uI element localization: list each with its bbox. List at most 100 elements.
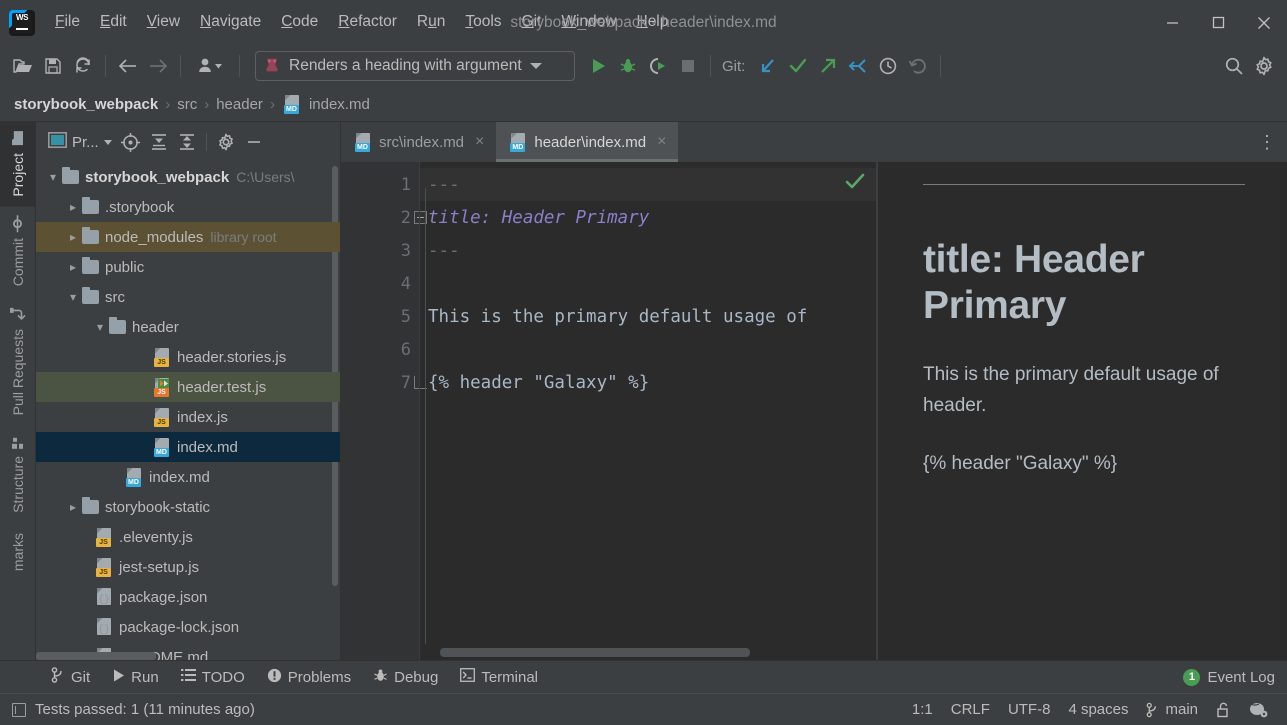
stop-icon[interactable] [673,51,703,81]
menu-tools[interactable]: Tools [455,10,511,35]
tree-row-header-index-md[interactable]: MD index.md [36,432,340,462]
ide-window-icon[interactable] [12,702,26,717]
menu-file[interactable]: File [45,10,90,35]
collapse-all-icon[interactable] [174,129,200,155]
editor-tab-header-index-md[interactable]: MD header\index.md × [496,122,679,162]
chevron-down-icon[interactable]: ▾ [64,290,82,304]
chevron-right-icon[interactable]: ▸ [64,260,82,274]
open-project-icon[interactable] [8,51,38,81]
expand-all-icon[interactable] [146,129,172,155]
menu-code[interactable]: Code [271,10,328,35]
unlocked-icon[interactable] [1207,699,1240,721]
bottom-tab-debug[interactable]: Debug [362,664,449,691]
panel-settings-gear-icon[interactable] [213,129,239,155]
bottom-tab-problems[interactable]: Problems [256,664,362,691]
chevron-right-icon[interactable]: ▸ [64,500,82,514]
tree-row-index-js[interactable]: JS index.js [36,402,340,432]
sidebar-item-pull-requests[interactable]: Pull Requests [0,296,36,425]
tree-row-header-test-js[interactable]: JS header.test.js [36,372,340,402]
tree-row-header-stories-js[interactable]: JS header.stories.js [36,342,340,372]
breadcrumb-item-src[interactable]: src [177,96,197,113]
tree-row-jest-setup-js[interactable]: JS jest-setup.js [36,552,340,582]
menu-view[interactable]: View [137,10,190,35]
tree-horizontal-scrollbar[interactable] [36,652,156,660]
menu-help[interactable]: Help [626,10,678,35]
bottom-tab-git[interactable]: Git [40,663,101,691]
git-push-icon[interactable] [813,51,843,81]
sidebar-item-project[interactable]: Project [0,122,36,207]
git-branch-widget[interactable]: main [1137,698,1207,721]
caret-position[interactable]: 1:1 [903,698,942,721]
git-update-icon[interactable] [753,51,783,81]
sidebar-item-commit[interactable]: Commit [0,207,36,296]
sidebar-item-structure[interactable]: Structure [0,425,36,523]
debug-icon[interactable] [613,51,643,81]
editor-horizontal-scrollbar[interactable] [420,646,876,660]
tree-row-storybook[interactable]: ▸ .storybook [36,192,340,222]
tree-row-node-modules[interactable]: ▸ node_modules library root [36,222,340,252]
indent-setting[interactable]: 4 spaces [1059,698,1137,721]
project-view-selector[interactable]: Pr... [44,129,116,156]
menu-git[interactable]: Git [512,10,552,35]
chevron-down-icon[interactable]: ▾ [44,170,62,184]
menu-edit[interactable]: Edit [90,10,137,35]
tree-row-storybook-static[interactable]: ▸ storybook-static [36,492,340,522]
minimize-button[interactable] [1149,0,1195,45]
close-tab-icon[interactable]: × [475,134,484,150]
markdown-preview[interactable]: title: Header Primary This is the primar… [878,162,1287,660]
tree-row-storybook-webpack[interactable]: ▾ storybook_webpack C:\Users\ [36,162,340,192]
breadcrumb-item-project[interactable]: storybook_webpack [14,96,158,113]
navigate-back-icon[interactable] [113,51,143,81]
tree-row-package-json[interactable]: {} package.json [36,582,340,612]
run-with-coverage-icon[interactable] [643,51,673,81]
inspection-ok-check-icon[interactable] [844,171,866,198]
git-commit-icon[interactable] [783,51,813,81]
bottom-tab-terminal[interactable]: Terminal [449,664,549,690]
run-icon[interactable] [583,51,613,81]
chevron-down-icon[interactable] [529,63,542,69]
event-log-label[interactable]: Event Log [1207,669,1275,686]
close-tab-icon[interactable]: × [657,134,666,150]
file-encoding[interactable]: UTF-8 [999,698,1060,721]
editor-tab-src-index-md[interactable]: MD src\index.md × [341,122,496,162]
scrollbar-thumb[interactable] [440,648,750,657]
code-text[interactable]: --- title: Header Primary --- This is th… [419,162,876,660]
project-file-tree[interactable]: ▾ storybook_webpack C:\Users\ ▸ .storybo… [36,162,340,660]
tree-row-public[interactable]: ▸ public [36,252,340,282]
reload-from-disk-icon[interactable] [68,51,98,81]
run-configuration-selector[interactable]: Renders a heading with argument [255,51,575,81]
sidebar-item-bookmarks[interactable]: marks [0,523,36,581]
search-everywhere-icon[interactable] [1219,51,1249,81]
select-opened-file-icon[interactable] [118,129,144,155]
chevron-down-icon[interactable] [103,139,112,145]
tree-row-eleventy-js[interactable]: JS .eleventy.js [36,522,340,552]
user-profile-icon[interactable] [188,51,232,81]
breadcrumb-item-file[interactable]: index.md [309,96,370,113]
bottom-tab-run[interactable]: Run [101,664,170,691]
menu-refactor[interactable]: Refactor [328,10,407,35]
save-all-icon[interactable] [38,51,68,81]
chevron-down-icon[interactable]: ▾ [91,320,109,334]
inspection-settings-icon[interactable] [1240,698,1277,721]
breadcrumb-item-header[interactable]: header [216,96,263,113]
menu-window[interactable]: Window [551,10,626,35]
git-rollback-icon[interactable] [903,51,933,81]
menu-navigate[interactable]: Navigate [190,10,271,35]
code-editor[interactable]: 1 2 3 4 5 6 7 --- title: Header Primary … [341,162,876,660]
bottom-tab-todo[interactable]: TODO [170,664,256,690]
chevron-right-icon[interactable]: ▸ [64,230,82,244]
more-options-icon[interactable]: ⋮ [1258,133,1277,151]
tree-row-package-lock-json[interactable]: {} package-lock.json [36,612,340,642]
tree-row-src[interactable]: ▾ src [36,282,340,312]
navigate-forward-icon[interactable] [143,51,173,81]
menu-run[interactable]: Run [407,10,455,35]
tree-row-src-index-md[interactable]: MD index.md [36,462,340,492]
line-separator[interactable]: CRLF [942,698,999,721]
close-button[interactable] [1241,0,1287,45]
maximize-button[interactable] [1195,0,1241,45]
hide-panel-icon[interactable] [241,129,267,155]
editor-gutter[interactable]: 1 2 3 4 5 6 7 [341,162,427,660]
git-pull-icon[interactable] [843,51,873,81]
settings-gear-icon[interactable] [1249,51,1279,81]
tree-row-header[interactable]: ▾ header [36,312,340,342]
